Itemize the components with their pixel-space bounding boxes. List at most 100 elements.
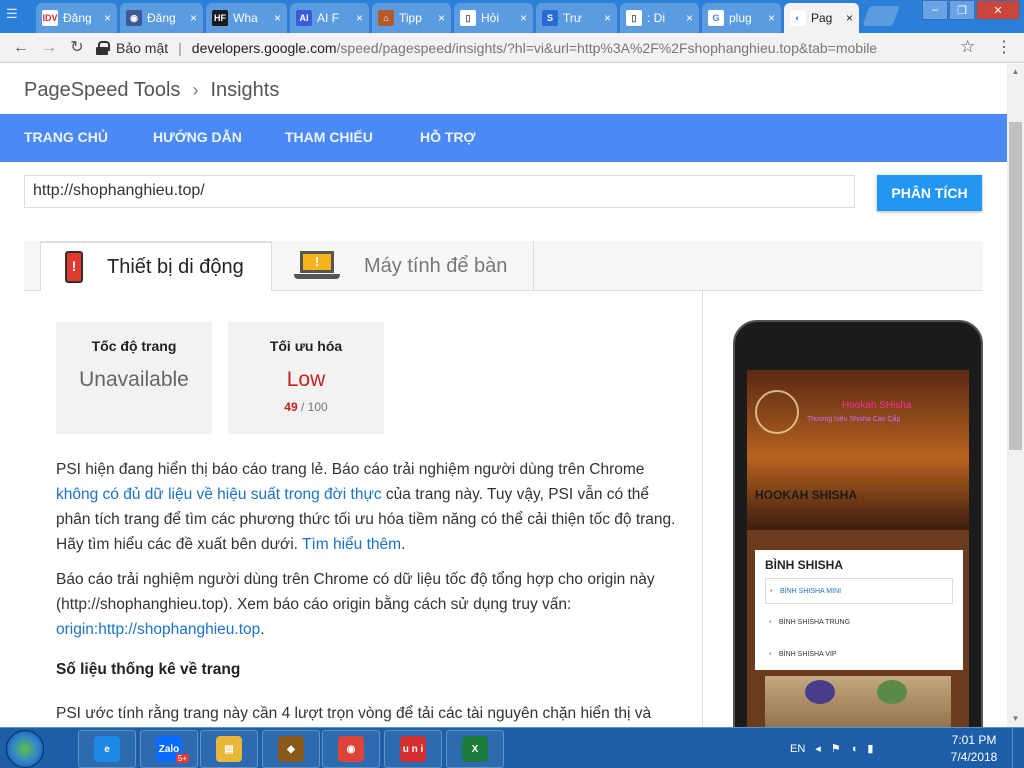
tab-mobile[interactable]: Thiết bị di động bbox=[40, 241, 272, 291]
tab-desktop[interactable]: Máy tính để bàn bbox=[272, 241, 534, 291]
chrome-icon: ◉ bbox=[338, 736, 364, 762]
tab-favicon-icon: ▯ bbox=[460, 10, 476, 26]
reload-button[interactable]: ↻ bbox=[66, 37, 88, 59]
forward-button[interactable]: → bbox=[38, 37, 60, 59]
url-path: /speed/pagespeed/insights/?hl=vi&url=htt… bbox=[336, 40, 878, 56]
browser-tab[interactable]: ◉ Đăng × bbox=[120, 3, 204, 33]
tab-close-icon[interactable]: × bbox=[768, 11, 775, 25]
field-data-link[interactable]: không có đủ dữ liệu về hiệu suất trong đ… bbox=[56, 486, 382, 503]
internet-explorer-icon: e bbox=[94, 736, 120, 762]
analyze-button[interactable]: PHÂN TÍCH bbox=[877, 175, 982, 211]
origin-query-link[interactable]: origin:http://shophanghieu.top bbox=[56, 621, 260, 638]
language-indicator[interactable]: EN bbox=[790, 743, 805, 755]
show-hidden-icons-icon[interactable]: ◂ bbox=[815, 742, 821, 755]
nav-reference[interactable]: THAM CHIẾU bbox=[285, 129, 373, 145]
breadcrumb-insights[interactable]: Insights bbox=[210, 79, 279, 102]
report-paragraph-1: PSI hiện đang hiển thị báo cáo trang lẻ.… bbox=[56, 461, 676, 553]
tab-title: AI F bbox=[317, 11, 340, 25]
new-tab-button[interactable] bbox=[862, 6, 900, 26]
network-icon[interactable]: ▮ bbox=[867, 742, 873, 755]
learn-more-link[interactable]: Tìm hiểu thêm bbox=[302, 536, 401, 553]
show-desktop-button[interactable] bbox=[1012, 728, 1024, 768]
action-center-icon[interactable]: ⚑ bbox=[831, 742, 841, 755]
bookmark-star-icon[interactable]: ☆ bbox=[960, 37, 975, 57]
page-scrollbar[interactable]: ▲ ▼ bbox=[1007, 64, 1024, 727]
lock-icon bbox=[96, 41, 110, 55]
optimization-score: 49 / 100 bbox=[284, 400, 328, 414]
restore-button[interactable]: ❐ bbox=[949, 0, 975, 20]
system-tray: EN ◂ ⚑ ◖ ▮ bbox=[790, 728, 883, 768]
browser-tab[interactable]: AI AI F × bbox=[290, 3, 370, 33]
volume-icon[interactable]: ◖ bbox=[851, 743, 858, 755]
back-button[interactable]: ← bbox=[10, 37, 32, 59]
lamp-logo-icon bbox=[755, 390, 799, 434]
page-speed-card: Tốc độ trang Unavailable bbox=[56, 322, 212, 434]
tab-favicon-icon: HF bbox=[212, 10, 228, 26]
tab-close-icon[interactable]: × bbox=[846, 11, 853, 25]
nav-support[interactable]: HỖ TRỢ bbox=[420, 129, 476, 145]
desktop-warning-icon bbox=[294, 251, 340, 281]
browser-tab[interactable]: IDV Đăng × bbox=[36, 3, 118, 33]
preview-menu-item: BÌNH SHISHA TRUNG bbox=[765, 610, 953, 636]
mobile-preview: Hookah SHisha Thương hiệu Shisha Cao Cấp… bbox=[733, 320, 983, 727]
preview-menu-heading: BÌNH SHISHA bbox=[765, 558, 844, 572]
browser-menu-icon[interactable]: ⋮ bbox=[996, 37, 1012, 57]
tab-favicon-icon: ◉ bbox=[126, 10, 142, 26]
tab-close-icon[interactable]: × bbox=[438, 11, 445, 25]
browser-tab[interactable]: ⌂ Tipp × bbox=[372, 3, 452, 33]
tab-title: Đăng bbox=[63, 11, 92, 25]
tab-title: Pag bbox=[811, 11, 833, 25]
app-menu-icon[interactable]: ☰ bbox=[6, 6, 30, 26]
url-host: developers.google.com bbox=[191, 40, 337, 56]
section-heading: Số liệu thống kê về trang bbox=[56, 661, 241, 678]
start-button[interactable] bbox=[6, 730, 44, 768]
taskbar-clock[interactable]: 7:01 PM 7/4/2018 bbox=[944, 732, 1004, 766]
screen: ☰ IDV Đăng × ◉ Đăng × HF Wha × AI AI F × ⌂ Tipp × ▯ Hỏi ×… bbox=[0, 0, 1024, 768]
clock-time: 7:01 PM bbox=[951, 733, 997, 747]
tab-close-icon[interactable]: × bbox=[356, 11, 363, 25]
address-bar[interactable]: Bảo mật | developers.google.com /speed/p… bbox=[96, 36, 988, 60]
unikey-icon: u n i bbox=[400, 736, 426, 762]
browser-tab[interactable]: ▯ Hỏi × bbox=[454, 3, 534, 33]
taskbar-app-chrome[interactable]: ◉ bbox=[322, 730, 380, 768]
preview-product-image bbox=[765, 676, 951, 727]
file-explorer-icon: ▤ bbox=[216, 736, 242, 762]
browser-tab[interactable]: S Trư × bbox=[536, 3, 618, 33]
breadcrumb-pagespeed-tools[interactable]: PageSpeed Tools bbox=[24, 79, 180, 102]
tab-close-icon[interactable]: × bbox=[104, 11, 111, 25]
taskbar-app-excel[interactable]: X bbox=[446, 730, 504, 768]
nav-home[interactable]: TRANG CHỦ bbox=[24, 129, 108, 145]
optimization-label: Tối ưu hóa bbox=[269, 338, 343, 354]
browser-tab[interactable]: ◐ Pag × bbox=[784, 3, 860, 33]
taskbar-app-file-explorer[interactable]: ▤ bbox=[200, 730, 258, 768]
taskbar-app-unikey[interactable]: u n i bbox=[384, 730, 442, 768]
taskbar-app-game[interactable]: ◆ bbox=[262, 730, 320, 768]
browser-tab[interactable]: ▯: Di × bbox=[620, 3, 700, 33]
tab-close-icon[interactable]: × bbox=[520, 11, 527, 25]
tab-close-icon[interactable]: × bbox=[274, 11, 281, 25]
scroll-down-arrow-icon[interactable]: ▼ bbox=[1007, 711, 1024, 727]
tab-close-icon[interactable]: × bbox=[604, 11, 611, 25]
browser-tab[interactable]: HF Wha × bbox=[206, 3, 288, 33]
mobile-preview-screen: Hookah SHisha Thương hiệu Shisha Cao Cấp… bbox=[747, 370, 969, 727]
tab-close-icon[interactable]: × bbox=[190, 11, 197, 25]
url-input[interactable]: http://shophanghieu.top/ bbox=[24, 175, 855, 208]
nav-guides[interactable]: HƯỚNG DẪN bbox=[153, 129, 242, 145]
tab-close-icon[interactable]: × bbox=[686, 11, 693, 25]
address-separator: | bbox=[178, 40, 182, 56]
optimization-value: Low bbox=[286, 368, 326, 391]
scroll-thumb[interactable] bbox=[1009, 122, 1022, 450]
device-tabs: Thiết bị di động Máy tính để bàn bbox=[24, 241, 983, 291]
scroll-up-arrow-icon[interactable]: ▲ bbox=[1007, 64, 1024, 80]
report-paragraph-3: PSI ước tính rằng trang này cần 4 lượt t… bbox=[56, 705, 652, 722]
taskbar-app-zalo[interactable]: Zalo 5+ bbox=[140, 730, 198, 768]
tab-favicon-icon: AI bbox=[296, 10, 312, 26]
tab-favicon-icon: IDV bbox=[42, 10, 58, 26]
close-window-button[interactable]: ✕ bbox=[976, 0, 1020, 20]
minimize-button[interactable]: – bbox=[922, 0, 948, 20]
tab-mobile-label: Thiết bị di động bbox=[107, 255, 244, 278]
preview-menu-item: BÌNH SHISHA VIP bbox=[765, 642, 953, 668]
browser-tab[interactable]: Gplug × bbox=[702, 3, 782, 33]
window-controls: – ❐ ✕ bbox=[921, 0, 1020, 20]
taskbar-app-internet-explorer[interactable]: e bbox=[78, 730, 136, 768]
